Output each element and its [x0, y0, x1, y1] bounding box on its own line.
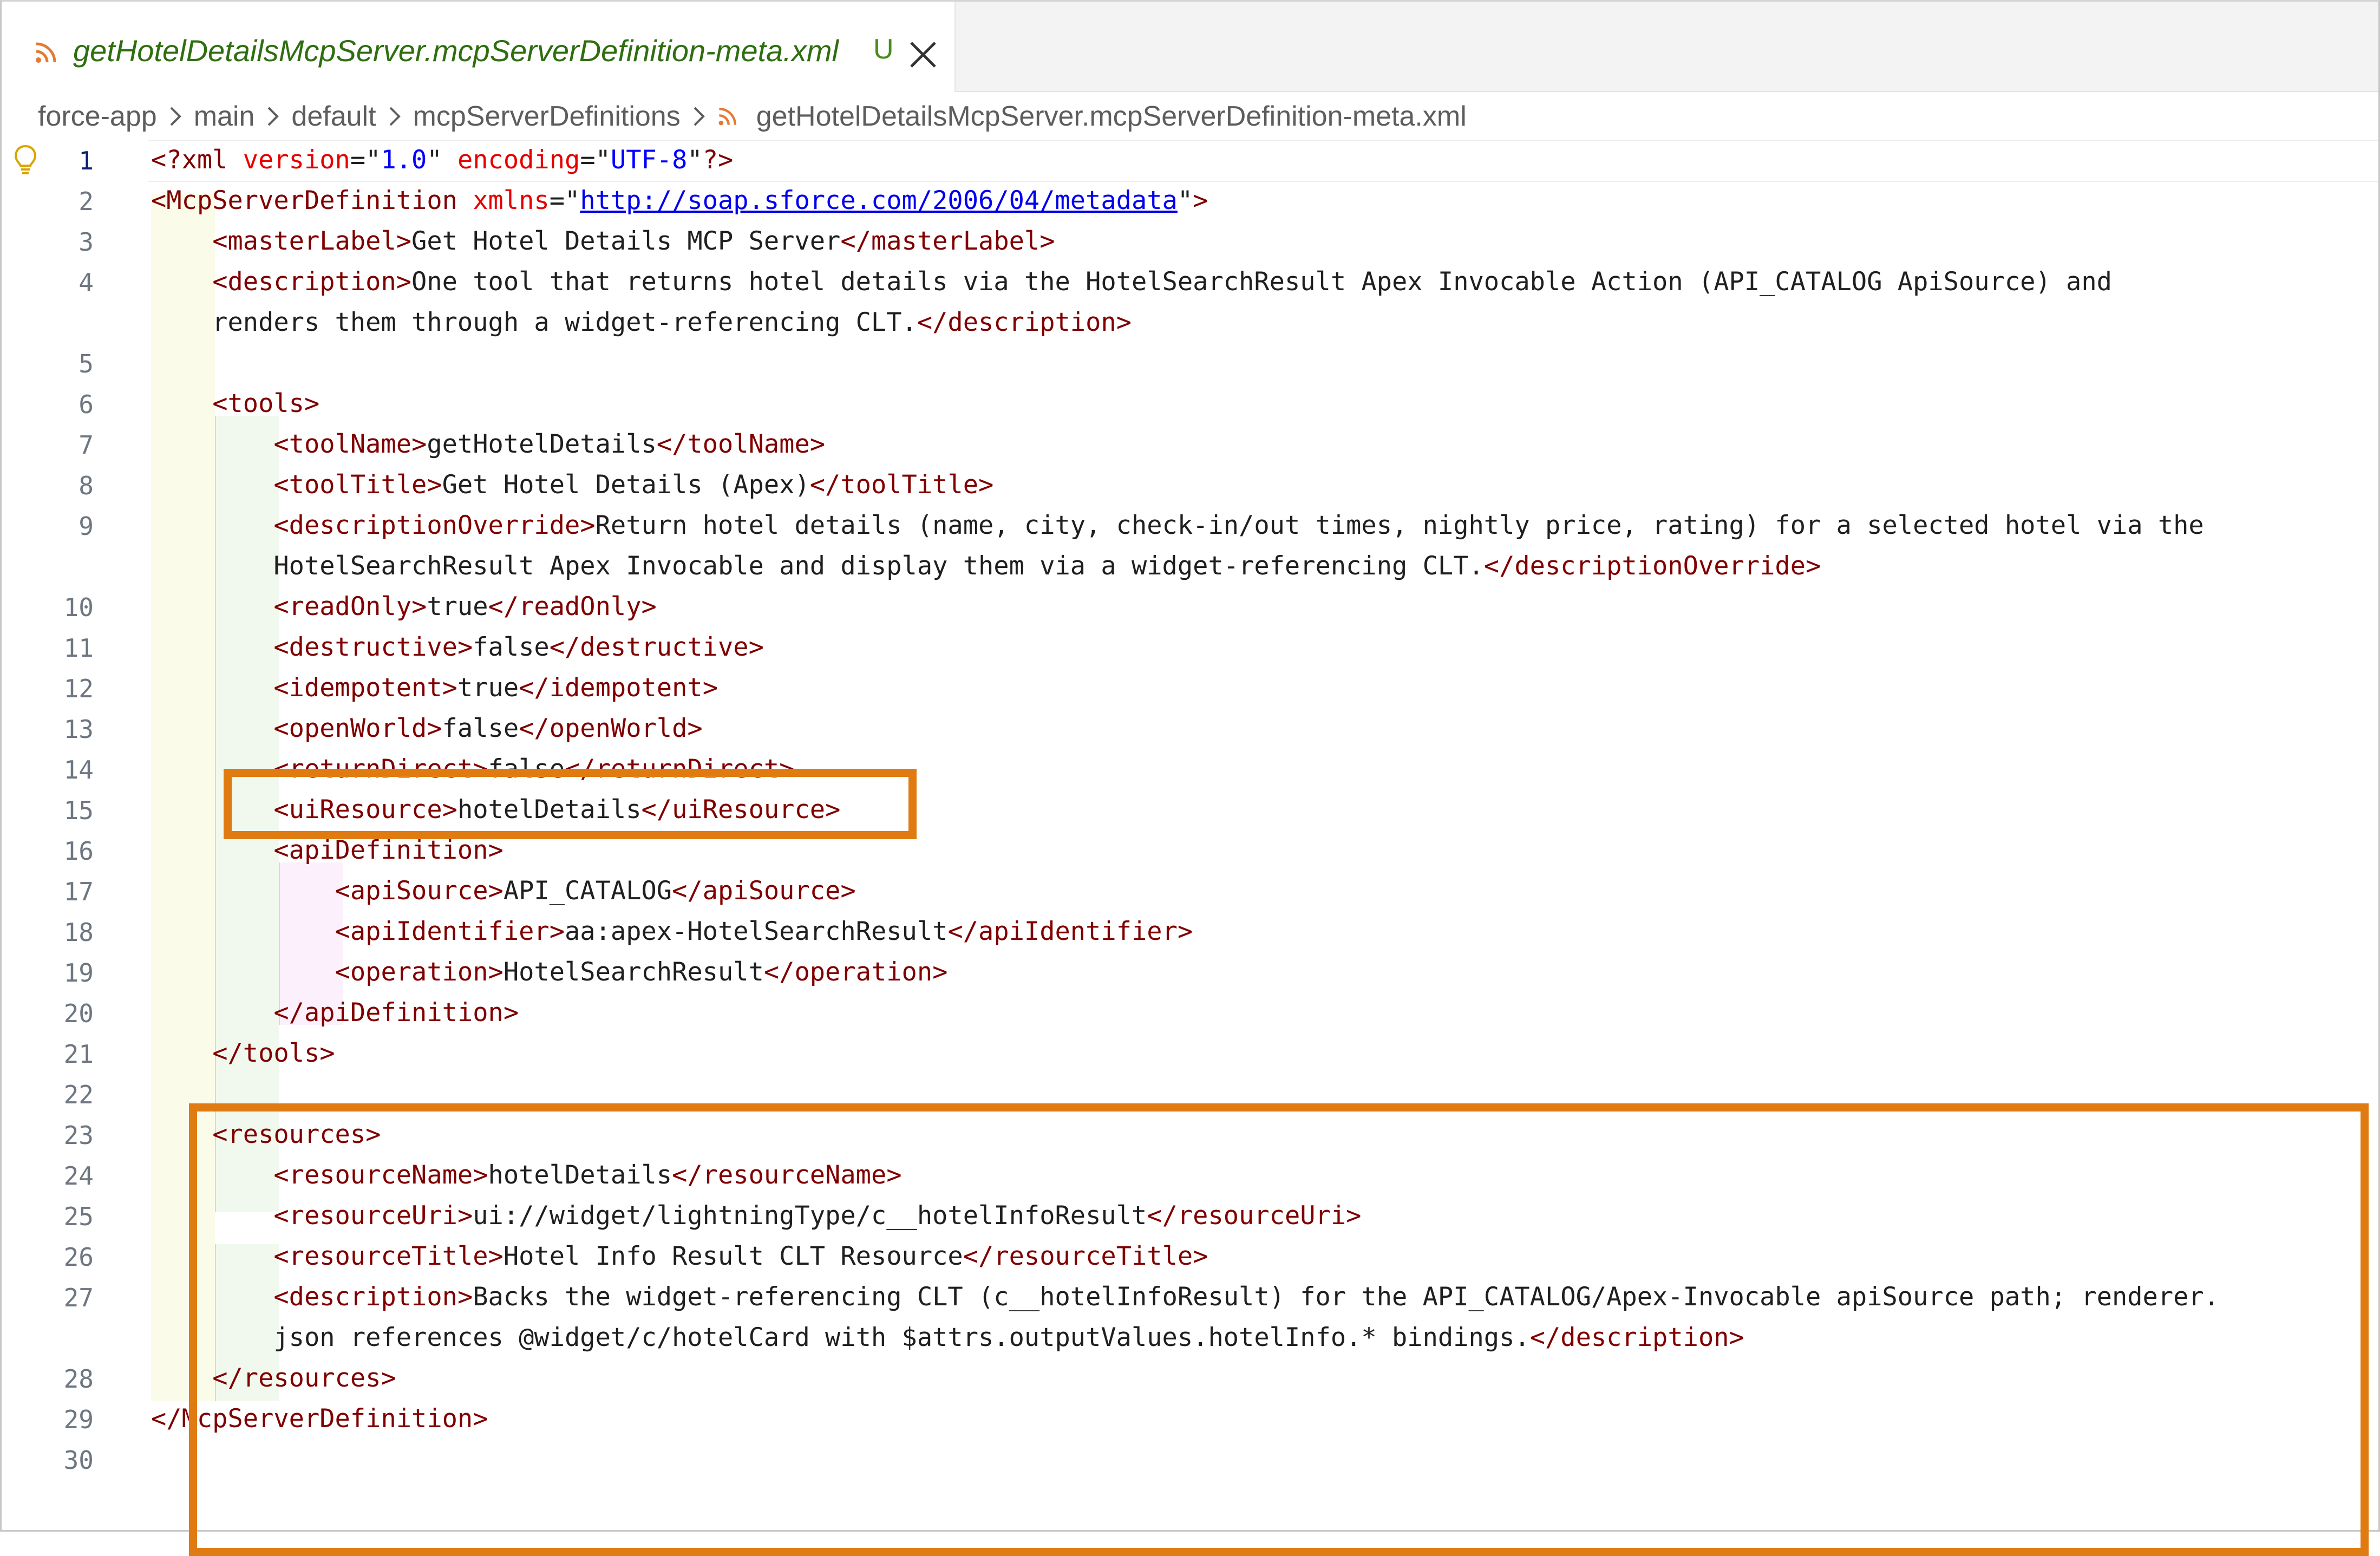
breadcrumb-item-default[interactable]: default: [291, 100, 376, 133]
line-number: 16: [63, 836, 94, 866]
line-number: 11: [63, 633, 94, 663]
rss-icon: [718, 108, 736, 126]
chevron-right-icon: [170, 107, 181, 126]
line-number: 7: [79, 430, 94, 460]
git-status-badge: U: [873, 34, 894, 65]
breadcrumb-item-force-app[interactable]: force-app: [38, 100, 157, 133]
chevron-right-icon: [694, 107, 705, 126]
line-number: 23: [63, 1121, 94, 1150]
chevron-right-icon: [267, 107, 279, 126]
code-line[interactable]: <descriptionOverride>Return hotel detail…: [151, 505, 2204, 546]
line-number: 2: [79, 187, 94, 216]
line-number: 21: [63, 1039, 94, 1069]
close-icon[interactable]: [907, 38, 939, 71]
code-line[interactable]: <apiIdentifier>aa:apex-HotelSearchResult…: [151, 911, 1193, 952]
code-line[interactable]: renders them through a widget-referencin…: [151, 302, 1132, 343]
highlight-box-ui-resource: [224, 769, 917, 839]
line-number: 9: [79, 512, 94, 541]
line-number: 6: [79, 390, 94, 419]
code-line[interactable]: <toolName>getHotelDetails</toolName>: [151, 424, 825, 465]
line-number: 26: [63, 1243, 94, 1272]
line-number: 15: [63, 796, 94, 825]
line-number: 3: [79, 227, 94, 257]
line-number: 14: [63, 755, 94, 784]
line-number: 27: [63, 1283, 94, 1312]
code-line[interactable]: </tools>: [151, 1033, 335, 1074]
line-number: 19: [63, 958, 94, 988]
line-number: 29: [63, 1405, 94, 1434]
tab-bar: getHotelDetailsMcpServer.mcpServerDefini…: [2, 2, 2378, 92]
line-number: 4: [79, 268, 94, 297]
code-line[interactable]: <destructive>false</destructive>: [151, 627, 764, 668]
code-line[interactable]: <McpServerDefinition xmlns="http://soap.…: [151, 180, 1208, 221]
breadcrumb-item-mcpserverdefinitions[interactable]: mcpServerDefinitions: [413, 100, 681, 133]
code-line[interactable]: <readOnly>true</readOnly>: [151, 586, 656, 627]
line-number: 12: [63, 674, 94, 703]
line-number: 24: [63, 1161, 94, 1191]
line-number: 30: [63, 1446, 94, 1475]
breadcrumb-item-main[interactable]: main: [194, 100, 255, 133]
line-number: 8: [79, 471, 94, 500]
code-line[interactable]: <idempotent>true</idempotent>: [151, 668, 718, 708]
code-line[interactable]: <operation>HotelSearchResult</operation>: [151, 952, 948, 992]
line-number: 20: [63, 999, 94, 1028]
code-line[interactable]: <toolTitle>Get Hotel Details (Apex)</too…: [151, 465, 993, 505]
code-editor[interactable]: 1 2 3 4 5 6 7 8 9 10 11 12 13 14 15 16 1…: [2, 140, 2378, 1556]
tab-title: getHotelDetailsMcpServer.mcpServerDefini…: [73, 34, 839, 68]
code-line[interactable]: <apiSource>API_CATALOG</apiSource>: [151, 871, 856, 911]
line-number: 13: [63, 715, 94, 744]
line-number: 18: [63, 918, 94, 947]
line-number: 10: [63, 593, 94, 622]
rss-icon: [36, 42, 56, 63]
chevron-right-icon: [389, 107, 401, 126]
code-line[interactable]: <description>One tool that returns hotel…: [151, 261, 2112, 302]
breadcrumb: force-app main default mcpServerDefiniti…: [38, 97, 1467, 135]
line-number: 28: [63, 1364, 94, 1394]
code-line[interactable]: <openWorld>false</openWorld>: [151, 708, 702, 749]
code-line[interactable]: HotelSearchResult Apex Invocable and dis…: [151, 546, 1821, 586]
code-line[interactable]: <?xml version="1.0" encoding="UTF-8"?>: [151, 140, 733, 180]
code-line[interactable]: </apiDefinition>: [151, 992, 519, 1033]
line-number: 17: [63, 877, 94, 906]
code-line[interactable]: <tools>: [151, 383, 319, 424]
highlight-box-resources: [189, 1103, 2369, 1556]
breadcrumb-item-file[interactable]: getHotelDetailsMcpServer.mcpServerDefini…: [756, 100, 1467, 133]
editor-tab[interactable]: getHotelDetailsMcpServer.mcpServerDefini…: [2, 2, 956, 92]
code-line[interactable]: <masterLabel>Get Hotel Details MCP Serve…: [151, 221, 1055, 261]
line-number: 5: [79, 349, 94, 378]
line-number: 25: [63, 1202, 94, 1231]
line-number: 1: [79, 146, 94, 175]
line-number: 22: [63, 1080, 94, 1109]
